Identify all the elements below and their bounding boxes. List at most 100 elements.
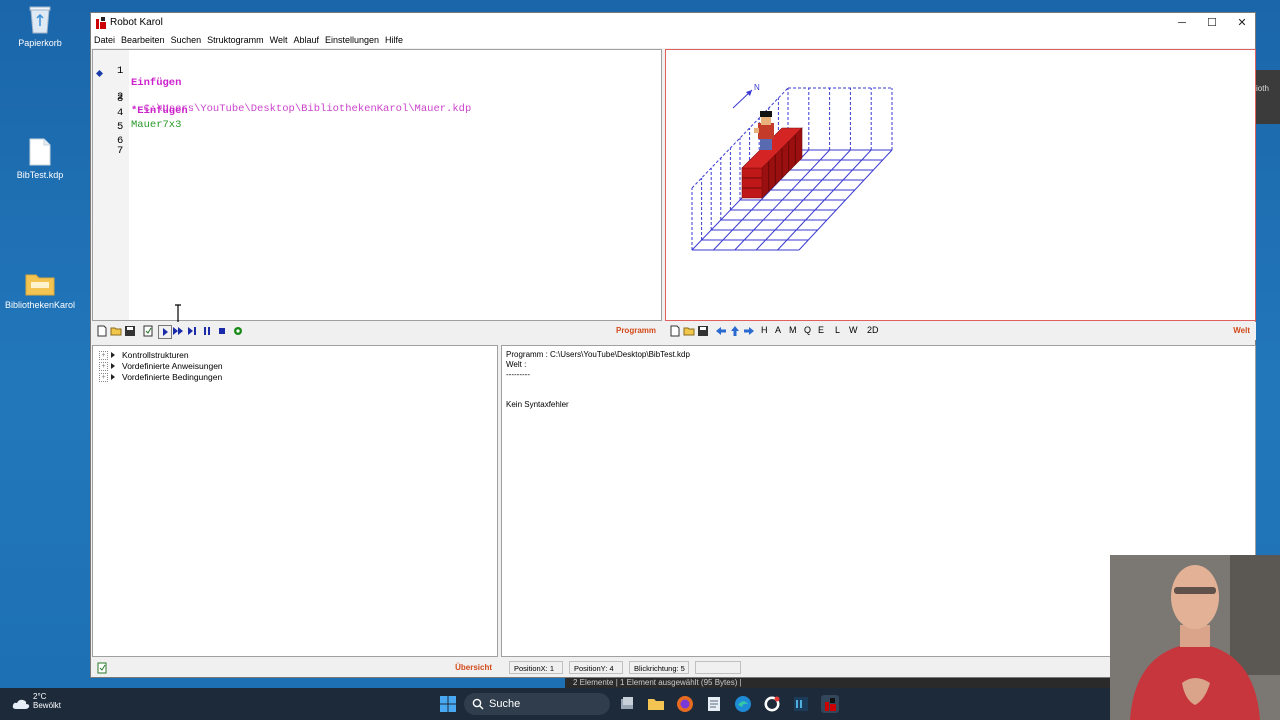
new-world-icon[interactable] [669, 325, 681, 337]
open-folder-icon[interactable] [110, 325, 122, 337]
run-icon[interactable] [158, 325, 172, 339]
windows-start-icon[interactable] [439, 695, 457, 713]
tree-item-label: Vordefinierte Bedingungen [122, 372, 223, 382]
file-icon [29, 138, 51, 166]
pause-icon[interactable] [201, 325, 213, 337]
robot-body [758, 123, 774, 139]
task-view-icon[interactable] [618, 695, 636, 713]
menu-suchen[interactable]: Suchen [168, 34, 205, 47]
command-tree: + Kontrollstrukturen + Vordefinierte Anw… [92, 345, 498, 657]
turn-left-icon[interactable] [715, 325, 727, 337]
record-icon[interactable] [232, 325, 244, 337]
code-line: 2 C:\Users\YouTube\Desktop\BibliothekenK… [93, 67, 471, 115]
world-button-m[interactable]: M [789, 325, 797, 335]
world-button-l[interactable]: L [835, 325, 840, 335]
world-button-2d[interactable]: 2D [867, 325, 879, 335]
compass-label: N [754, 83, 760, 92]
output-line: --------- [506, 370, 530, 379]
code-line: 1 Einfügen [93, 53, 181, 89]
code-line: 4 Mauer7x3 [93, 95, 181, 131]
desktop-icon-bibtest[interactable]: BibTest.kdp [0, 138, 80, 180]
save-icon[interactable] [124, 325, 136, 337]
output-line: Welt : [506, 360, 527, 369]
search-label: Suche [489, 698, 521, 710]
menu-bar: Datei Bearbeiten Suchen Struktogramm Welt Abl… [91, 33, 1255, 48]
world-button-w[interactable]: W [849, 325, 858, 335]
world-button-a[interactable]: A [775, 325, 781, 335]
expand-icon[interactable]: + [99, 351, 108, 360]
open-world-icon[interactable] [683, 325, 695, 337]
code-editor-icon[interactable] [792, 695, 810, 713]
world-button-h[interactable]: H [761, 325, 768, 335]
robot-karol-app-icon [96, 17, 106, 29]
taskbar: 2°C Bewölkt Suche [0, 688, 1280, 720]
code-line: 7 [93, 133, 131, 157]
explorer-status-strip: 2 Elemente | 1 Element ausgewählt (95 By… [565, 678, 1110, 688]
expand-icon[interactable]: + [99, 373, 108, 382]
edge-icon[interactable] [734, 695, 752, 713]
status-position-x: PositionX: 1 [509, 661, 563, 674]
world-pane-title: Welt [1233, 326, 1250, 335]
close-button[interactable]: ✕ [1227, 13, 1257, 33]
desktop-icon-label: BibTest.kdp [16, 170, 64, 180]
menu-welt[interactable]: Welt [267, 34, 291, 47]
firefox-icon[interactable] [676, 695, 694, 713]
stop-icon[interactable] [216, 325, 228, 337]
robot-hand [754, 128, 759, 133]
karol-robot [754, 111, 774, 150]
overview-footer: Übersicht [92, 659, 498, 677]
robot-karol-window: Robot Karol ─ ☐ ✕ Datei Bearbeiten Suchen S… [90, 12, 1256, 678]
notepad-icon[interactable] [705, 695, 723, 713]
robot-legs [760, 138, 772, 150]
minimize-button[interactable]: ─ [1167, 13, 1197, 33]
output-line: Programm : C:\Users\YouTube\Desktop\BibT… [506, 350, 690, 359]
temperature: 2°C [33, 692, 47, 701]
background-window-edge: ioth [1256, 70, 1280, 124]
github-icon[interactable] [763, 695, 781, 713]
taskbar-search[interactable]: Suche [464, 693, 610, 715]
desktop-icon-recycle-bin[interactable]: Papierkorb [0, 4, 80, 48]
menu-einstellungen[interactable]: Einstellungen [322, 34, 382, 47]
new-file-icon[interactable] [96, 325, 108, 337]
world-3d-canvas: N [691, 83, 893, 251]
world-button-e[interactable]: E [818, 325, 824, 335]
robot-hair [760, 111, 772, 117]
turn-right-icon[interactable] [743, 325, 755, 337]
code-editor[interactable]: 1 Einfügen 2 C:\Users\YouTube\Desktop\Bi… [92, 49, 662, 324]
step-icon[interactable] [186, 325, 198, 337]
robot-karol-taskbar-icon[interactable] [821, 695, 839, 713]
presenter-video-image [1110, 555, 1280, 720]
desktop-icon-bibliotheken-folder[interactable]: BibliothekenKarol [0, 272, 80, 310]
tree-item-label: Vordefinierte Anweisungen [122, 361, 223, 371]
document-check-icon[interactable] [96, 662, 108, 674]
compass: N [732, 83, 760, 109]
step-forward-icon[interactable] [729, 325, 741, 337]
window-title: Robot Karol [110, 17, 163, 28]
code-text: *Einfügen [131, 105, 188, 117]
file-explorer-icon[interactable] [647, 695, 665, 713]
fast-forward-icon[interactable] [172, 325, 184, 337]
menu-hilfe[interactable]: Hilfe [382, 34, 406, 47]
menu-bearbeiten[interactable]: Bearbeiten [118, 34, 168, 47]
desktop-icon-label: BibliothekenKarol [4, 300, 76, 310]
menu-datei[interactable]: Datei [91, 34, 118, 47]
world-button-q[interactable]: Q [804, 325, 811, 335]
recycle-bin-icon [29, 6, 51, 34]
text-cursor-icon [175, 304, 181, 324]
status-empty [695, 661, 741, 674]
title-bar: Robot Karol ─ ☐ ✕ [91, 13, 1255, 33]
menu-struktogramm[interactable]: Struktogramm [204, 34, 267, 47]
maximize-button[interactable]: ☐ [1197, 13, 1227, 33]
brick-front-face [741, 167, 763, 199]
syntax-check-icon[interactable] [142, 325, 154, 337]
folder-icon [25, 274, 55, 296]
menu-ablauf[interactable]: Ablauf [290, 34, 322, 47]
world-view[interactable]: N [665, 49, 1256, 321]
background-window-text: ioth [1256, 84, 1269, 93]
robot-face [761, 116, 771, 125]
expand-icon[interactable]: + [99, 362, 108, 371]
save-world-icon[interactable] [697, 325, 709, 337]
code-line: 3 *Einfügen [93, 81, 188, 117]
weather-widget[interactable]: 2°C Bewölkt [33, 692, 61, 710]
line-number: 7 [117, 145, 124, 157]
